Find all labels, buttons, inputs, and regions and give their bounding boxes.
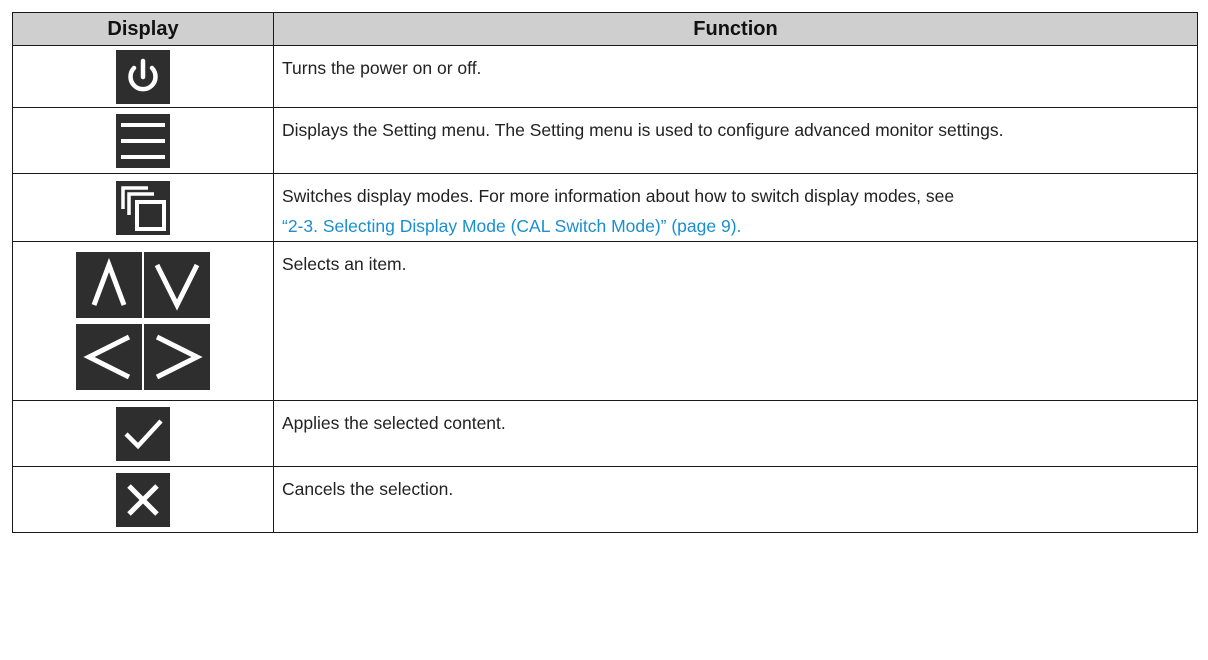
function-table: Display Function Turns the power on or o…: [12, 12, 1198, 533]
function-text: Selects an item.: [282, 254, 407, 274]
display-cell: [12, 241, 274, 401]
table-row: Displays the Setting menu. The Setting m…: [12, 107, 1198, 174]
function-text: Applies the selected content.: [282, 413, 506, 433]
function-text: Turns the power on or off.: [282, 58, 482, 78]
function-cell: Cancels the selection.: [273, 466, 1198, 533]
display-cell: [12, 466, 274, 533]
function-cell: Switches display modes. For more informa…: [273, 173, 1198, 242]
function-cell: Applies the selected content.: [273, 400, 1198, 467]
function-cell: Turns the power on or off.: [273, 45, 1198, 108]
up-arrow-icon: [76, 252, 142, 318]
display-cell: [12, 107, 274, 174]
header-function: Function: [273, 12, 1198, 46]
menu-icon: [116, 113, 170, 168]
function-text: Switches display modes. For more informa…: [282, 186, 955, 206]
table-row: Switches display modes. For more informa…: [12, 173, 1198, 242]
header-display: Display: [12, 12, 274, 46]
power-icon: [116, 49, 170, 104]
table-row: Selects an item.: [12, 241, 1198, 401]
function-cell: Displays the Setting menu. The Setting m…: [273, 107, 1198, 174]
section-link[interactable]: “2-3. Selecting Display Mode (CAL Switch…: [282, 216, 741, 236]
display-cell: [12, 173, 274, 242]
table-row: Applies the selected content.: [12, 400, 1198, 467]
arrow-icon-group: [75, 249, 212, 393]
left-arrow-icon: [76, 324, 142, 390]
display-mode-icon: [116, 180, 170, 235]
checkmark-icon: [116, 406, 170, 461]
table-row: Cancels the selection.: [12, 466, 1198, 533]
display-cell: [12, 45, 274, 108]
right-arrow-icon: [144, 324, 210, 390]
display-cell: [12, 400, 274, 467]
down-arrow-icon: [144, 252, 210, 318]
function-text: Displays the Setting menu. The Setting m…: [282, 120, 1004, 140]
function-text: Cancels the selection.: [282, 479, 454, 499]
table-row: Turns the power on or off.: [12, 45, 1198, 108]
close-icon: [116, 472, 170, 527]
function-cell: Selects an item.: [273, 241, 1198, 401]
table-header-row: Display Function: [12, 12, 1198, 46]
